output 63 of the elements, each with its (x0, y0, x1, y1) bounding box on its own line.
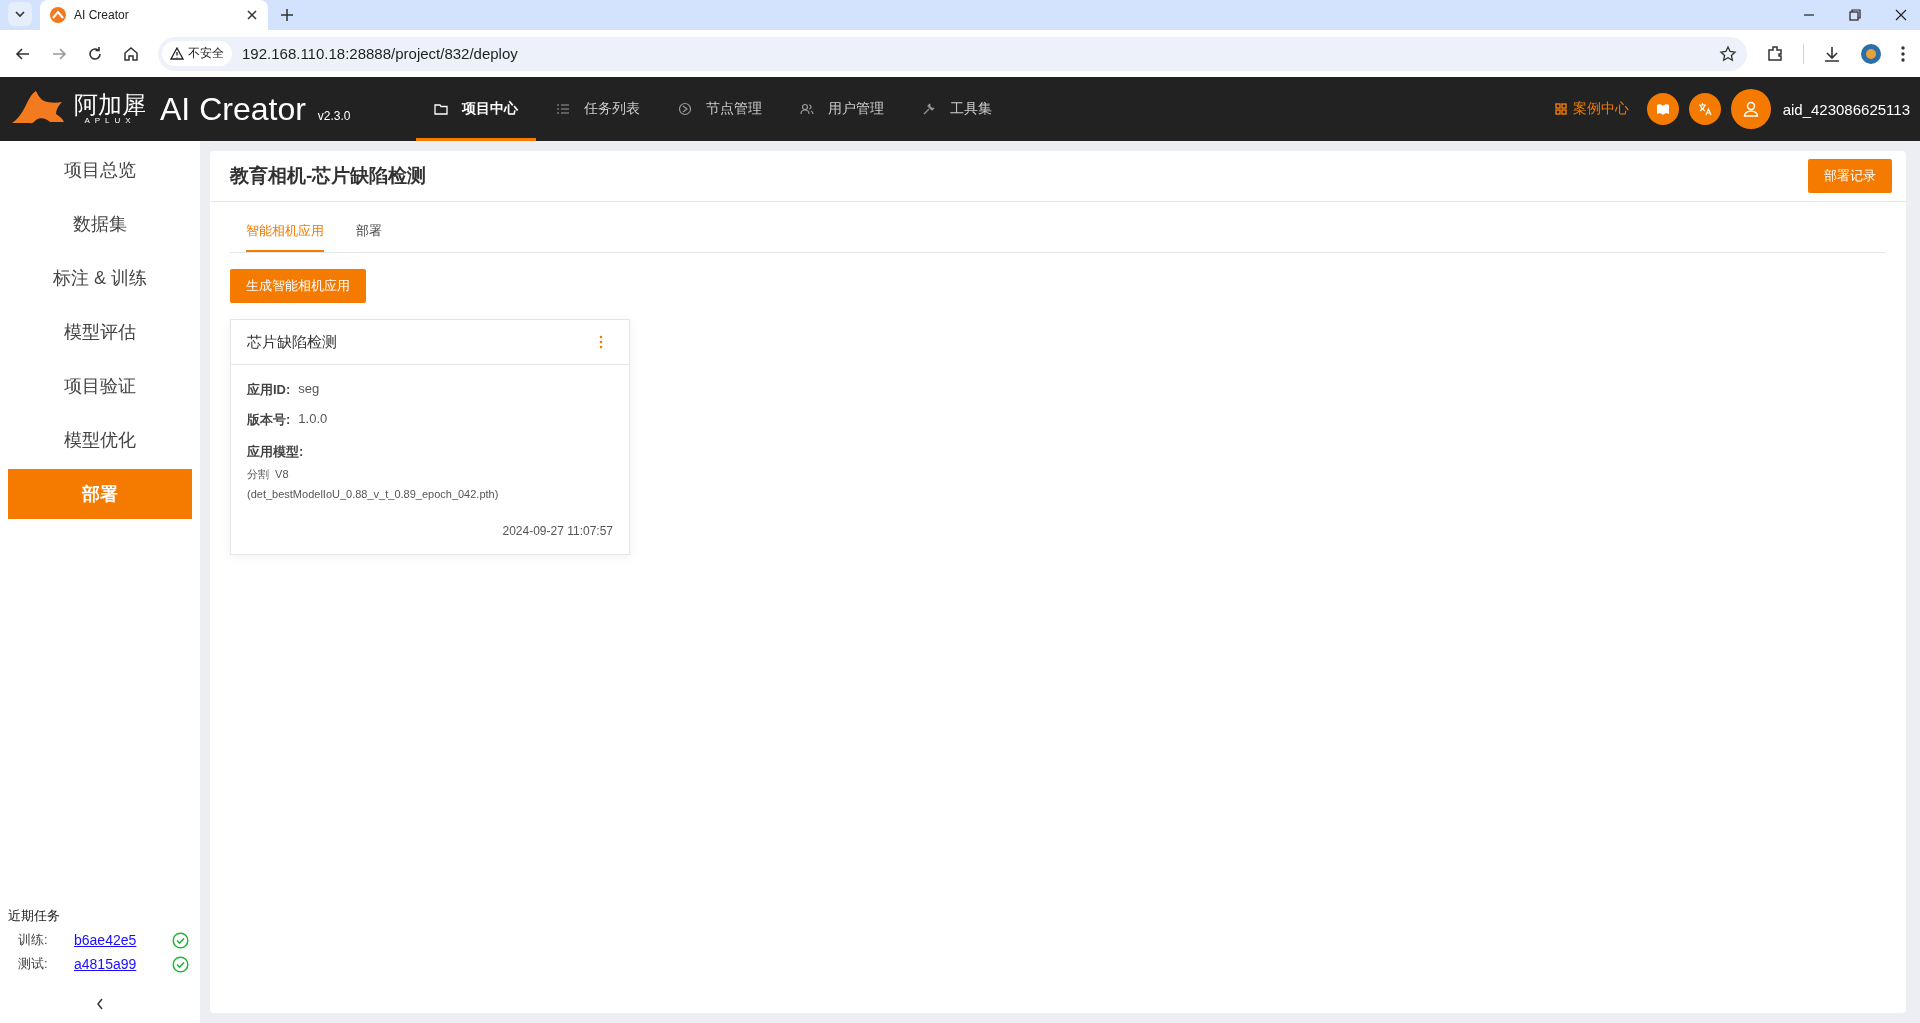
docs-button[interactable] (1646, 93, 1679, 125)
brand-name: 阿加犀 (74, 93, 146, 117)
task-label: 训练: (18, 931, 49, 949)
tab-search-button[interactable] (8, 2, 32, 26)
bookmark-star-icon[interactable] (1719, 44, 1737, 63)
close-icon[interactable] (1894, 8, 1908, 22)
task-link[interactable]: a4815a99 (74, 956, 172, 972)
home-icon[interactable] (122, 44, 140, 63)
user-icon (1741, 100, 1760, 118)
sidebar-item[interactable]: 模型优化 (8, 415, 192, 465)
field-value: 1.0.0 (298, 411, 328, 428)
users-icon (800, 102, 814, 116)
user-avatar[interactable] (1730, 89, 1771, 129)
sidebar-item[interactable]: 标注 & 训练 (8, 253, 192, 303)
timestamp: 2024-09-27 11:07:57 (502, 524, 613, 538)
book-icon (1655, 102, 1670, 116)
tab-title: AI Creator (74, 8, 130, 22)
field-value: seg (298, 381, 320, 398)
field-label: 应用模型: (247, 443, 305, 461)
wrench-icon (922, 102, 936, 116)
extensions-icon[interactable] (1765, 43, 1785, 64)
address-bar[interactable]: 不安全 192.168.110.18:28888/project/832/deploy (158, 36, 1747, 71)
folder-icon (434, 102, 448, 116)
task-link[interactable]: b6ae42e5 (74, 932, 172, 948)
browser-tab[interactable]: AI Creator (40, 0, 268, 30)
nav-tab[interactable]: 用户管理 (782, 77, 902, 141)
profile-avatar-icon[interactable] (1860, 42, 1882, 65)
url-text: 192.168.110.18:28888/project/832/deploy (242, 45, 518, 62)
collapse-icon[interactable] (95, 997, 105, 1011)
close-icon[interactable] (246, 9, 258, 21)
model-type: 分割 V8 (247, 467, 290, 482)
more-icon[interactable] (1900, 44, 1906, 63)
tab-logo-icon (50, 7, 66, 23)
reload-icon[interactable] (86, 44, 104, 63)
grid-icon (1554, 103, 1567, 115)
tab[interactable]: 部署 (356, 212, 382, 252)
sidebar-item[interactable]: 模型评估 (8, 307, 192, 357)
nav-tab[interactable]: 节点管理 (660, 77, 780, 141)
project-title: 教育相机-芯片缺陷检测 (230, 164, 427, 188)
card-title: 芯片缺陷检测 (247, 332, 337, 352)
model-file: (det_bestModelIoU_0.88_v_t_0.89_epoch_042.pth) (247, 488, 500, 500)
nav-tab[interactable]: 任务列表 (538, 77, 658, 141)
restore-icon[interactable] (1848, 8, 1862, 22)
sidebar-item[interactable]: 项目验证 (8, 361, 192, 411)
new-tab-icon[interactable] (280, 8, 294, 22)
field-label: 版本号: (247, 411, 291, 429)
sidebar-item[interactable]: 数据集 (8, 199, 192, 249)
brand-subtitle: APLUX (84, 117, 136, 125)
case-center-link[interactable]: 案例中心 (1554, 100, 1629, 118)
translate-icon (1697, 102, 1712, 116)
list-icon (556, 102, 570, 116)
version-label: v2.3.0 (317, 109, 351, 123)
field-label: 应用ID: (247, 381, 291, 399)
language-button[interactable] (1688, 93, 1721, 125)
warning-icon (170, 47, 184, 60)
username[interactable]: aid_423086625113 (1782, 100, 1910, 118)
recent-tasks-title: 近期任务 (8, 907, 61, 925)
chevron-down-icon (14, 8, 26, 20)
task-label: 测试: (18, 955, 49, 973)
app-name: AI Creator (160, 90, 306, 128)
security-chip[interactable]: 不安全 (162, 41, 232, 66)
sidebar-item[interactable]: 项目总览 (8, 145, 192, 195)
nav-tab[interactable]: 工具集 (904, 77, 1010, 141)
